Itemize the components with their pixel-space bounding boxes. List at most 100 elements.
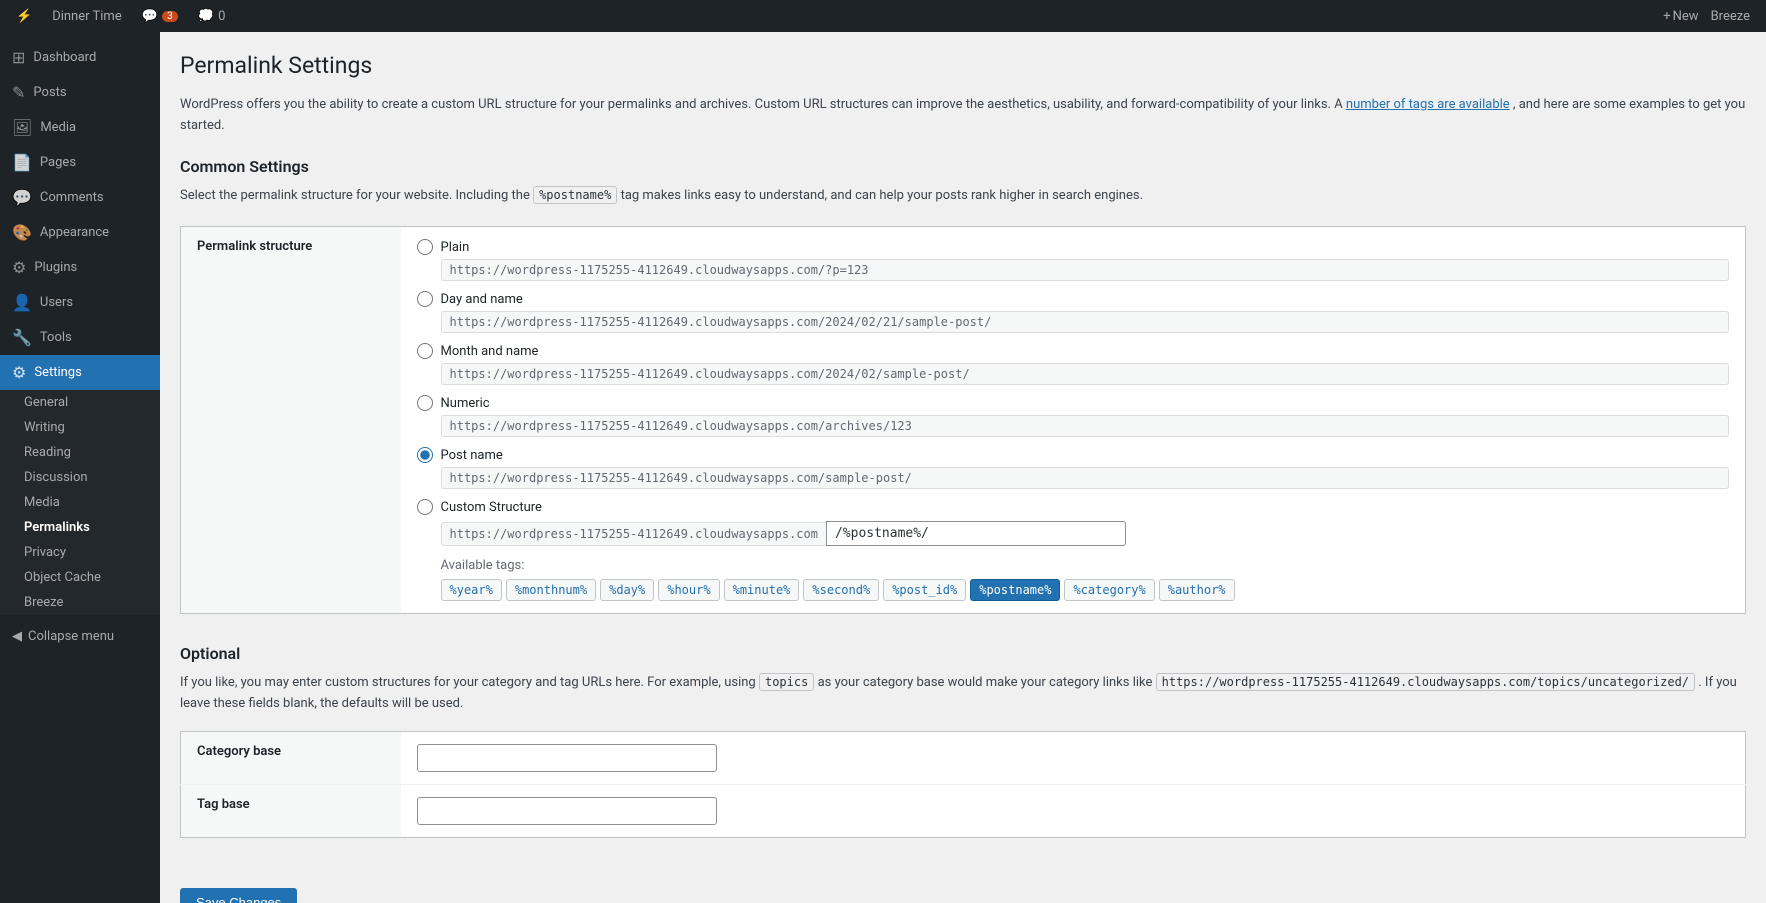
sidebar-item-posts[interactable]: ✎Posts [0,75,160,110]
tag-btn-monthnum[interactable]: %monthnum% [506,579,596,601]
adminbar-bubbles[interactable]: 💭 0 [190,0,234,32]
tag-base-row: Tag base [181,784,1746,837]
posts-icon: ✎ [12,83,25,102]
radio-post-name[interactable] [417,447,433,463]
radio-month-name[interactable] [417,343,433,359]
save-changes-button[interactable]: Save Changes [180,888,297,903]
tag-btn-year[interactable]: %year% [441,579,502,601]
plugins-icon: ⚙ [12,258,26,277]
settings-icon: ⚙ [12,363,26,382]
collapse-menu-button[interactable]: ◀ Collapse menu [0,619,160,654]
sidebar-item-label-media: Media [40,120,76,135]
tools-icon: 🔧 [12,328,32,347]
category-base-input[interactable] [417,744,717,772]
tag-btn-minute[interactable]: %minute% [724,579,800,601]
tag-btn-postname[interactable]: %postname% [970,579,1060,601]
optional-description: If you like, you may enter custom struct… [180,673,1746,715]
numeric-label[interactable]: Numeric [417,395,1730,411]
sidebar-item-tools[interactable]: 🔧 Tools [0,320,160,355]
custom-structure-input[interactable] [826,521,1126,546]
sidebar-item-dashboard[interactable]: ⊞ Dashboard [0,40,160,75]
sidebar-item-label-settings: Settings [34,365,81,380]
option-post-name: Post name https://wordpress-1175255-4112… [417,447,1730,489]
users-icon: 👤 [12,293,32,312]
dashboard-icon: ⊞ [12,48,25,67]
day-name-label[interactable]: Day and name [417,291,1730,307]
page-title: Permalink Settings [180,52,1746,79]
tag-btn-category[interactable]: %category% [1064,579,1154,601]
tag-btn-day[interactable]: %day% [600,579,654,601]
pages-icon: 📄 [12,153,32,172]
sidebar-item-users[interactable]: 👤Users [0,285,160,320]
custom-label[interactable]: Custom Structure [417,499,1730,515]
sidebar-item-label-comments: Comments [40,190,104,205]
topics-tag: topics [759,673,814,691]
plain-url: https://wordpress-1175255-4112649.cloudw… [441,259,1730,281]
tag-btn-author[interactable]: %author% [1159,579,1235,601]
category-base-cell [401,731,1746,784]
adminbar-wp-logo[interactable]: ⚡ [8,0,40,32]
example-topics-url: https://wordpress-1175255-4112649.cloudw… [1156,673,1695,691]
submenu-item-discussion[interactable]: Discussion [0,465,160,490]
adminbar-new-button[interactable]: + New [1663,9,1698,24]
breeze-label: Breeze [1711,9,1750,24]
tag-btn-second[interactable]: %second% [803,579,879,601]
optional-desc-mid: as your category base would make your ca… [818,675,1153,690]
intro-text-part1: WordPress offers you the ability to crea… [180,97,1343,112]
radio-plain[interactable] [417,239,433,255]
plus-icon: + [1663,9,1670,24]
adminbar-comments[interactable]: 💬 3 [134,0,186,32]
tag-btn-hour[interactable]: %hour% [658,579,719,601]
post-name-label[interactable]: Post name [417,447,1730,463]
submenu-item-reading[interactable]: Reading [0,440,160,465]
comment-icon: 💬 [142,9,158,24]
site-name-label: Dinner Time [52,9,122,24]
optional-section: Optional If you like, you may enter cust… [180,644,1746,903]
sidebar-item-plugins[interactable]: ⚙Plugins [0,250,160,285]
submenu-item-writing[interactable]: Writing [0,415,160,440]
sidebar-item-label-tools: Tools [40,330,72,345]
radio-custom[interactable] [417,499,433,515]
option-plain: Plain https://wordpress-1175255-4112649.… [417,239,1730,281]
option-month-name: Month and name https://wordpress-1175255… [417,343,1730,385]
intro-link[interactable]: number of tags are available [1346,97,1510,112]
plain-text: Plain [441,240,470,255]
optional-heading: Optional [180,644,1746,663]
submenu-item-breeze[interactable]: Breeze [0,590,160,615]
submenu-item-privacy[interactable]: Privacy [0,540,160,565]
intro-paragraph: WordPress offers you the ability to crea… [180,95,1746,137]
available-tags-label: Available tags: [441,558,1730,573]
intro-link-text: number of tags are available [1346,97,1510,112]
tag-btn-post-id[interactable]: %post_id% [883,579,966,601]
month-name-label[interactable]: Month and name [417,343,1730,359]
submenu-item-object-cache[interactable]: Object Cache [0,565,160,590]
tag-base-input[interactable] [417,797,717,825]
adminbar-breeze[interactable]: Breeze [1703,0,1758,32]
sidebar-item-label-dashboard: Dashboard [33,50,96,65]
media-icon: 🖼 [12,118,32,137]
sidebar-item-appearance[interactable]: 🎨Appearance [0,215,160,250]
sidebar-item-pages[interactable]: 📄Pages [0,145,160,180]
submenu-item-media[interactable]: Media [0,490,160,515]
sidebar-item-comments[interactable]: 💬Comments [0,180,160,215]
custom-text: Custom Structure [441,500,542,515]
submenu-item-general[interactable]: General [0,390,160,415]
sidebar-item-media[interactable]: 🖼 Media [0,110,160,145]
comments-count: 3 [162,11,178,22]
appearance-icon: 🎨 [12,223,32,242]
optional-settings-table: Category base Tag base [180,731,1746,838]
permalink-structure-row: Permalink structure Plain https://wordpr… [181,227,1746,614]
month-name-url: https://wordpress-1175255-4112649.cloudw… [441,363,1730,385]
adminbar-site-name[interactable]: Dinner Time [44,0,130,32]
post-name-url: https://wordpress-1175255-4112649.cloudw… [441,467,1730,489]
radio-day-name[interactable] [417,291,433,307]
sidebar-item-settings[interactable]: ⚙ Settings [0,355,160,390]
plain-label[interactable]: Plain [417,239,1730,255]
numeric-text: Numeric [441,396,490,411]
submenu-item-permalinks[interactable]: Permalinks [0,515,160,540]
bubble-count: 0 [218,9,225,24]
radio-numeric[interactable] [417,395,433,411]
day-name-url: https://wordpress-1175255-4112649.cloudw… [441,311,1730,333]
admin-bar: ⚡ Dinner Time 💬 3 💭 0 + New Breeze [0,0,1766,32]
permalink-radio-group: Plain https://wordpress-1175255-4112649.… [417,239,1730,546]
